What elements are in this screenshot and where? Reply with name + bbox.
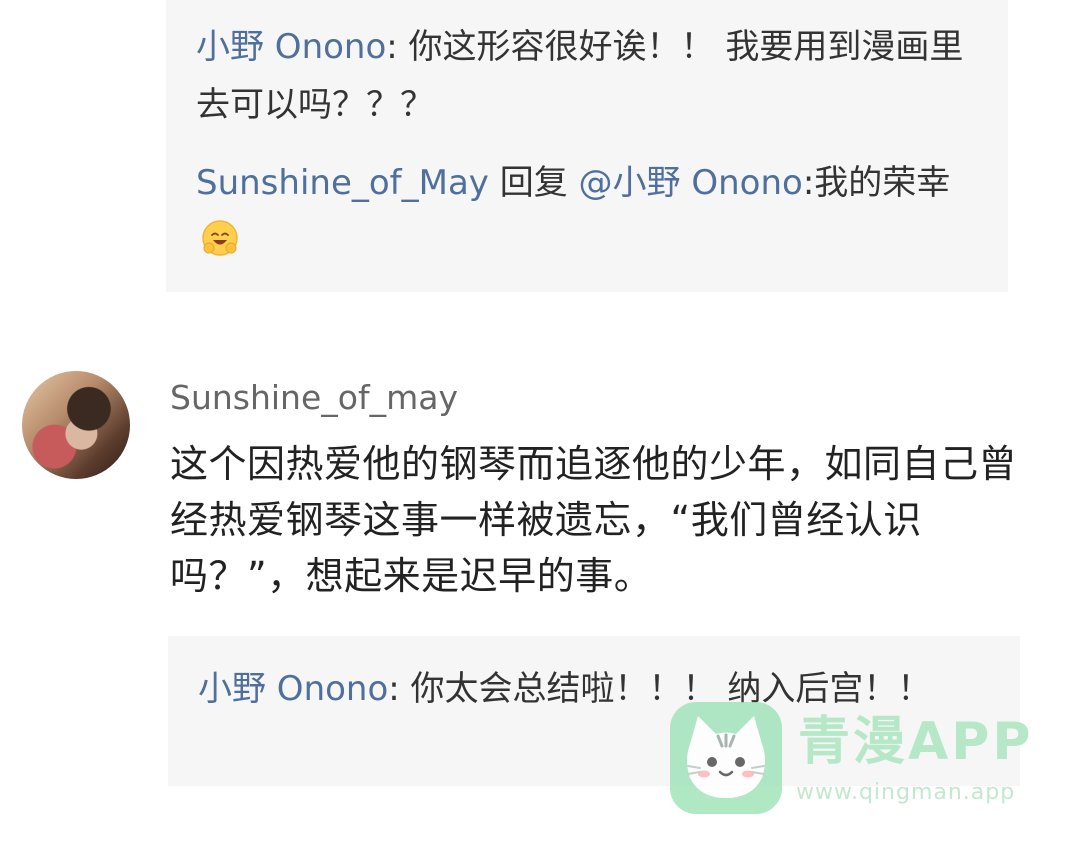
comment-body: 这个因热爱他的钢琴而追逐他的少年，如同自己曾经热爱钢琴这事一样被遗忘，“我们曾经… — [170, 442, 1018, 598]
reply-list-bottom: 小野 Onono: 你太会总结啦！！！ 纳入后宫！！ — [168, 636, 1020, 786]
reply-username[interactable]: 小野 Onono — [196, 27, 386, 67]
reply-item: Sunshine_of_May 回复 @小野 Onono:我的荣幸 — [196, 154, 980, 270]
reply-username[interactable]: 小野 Onono — [198, 669, 388, 709]
reply-separator: : — [802, 163, 815, 203]
avatar[interactable] — [22, 371, 130, 479]
reply-mention[interactable]: @小野 Onono — [579, 163, 803, 203]
reply-separator: : — [386, 27, 409, 67]
reply-word: 回复 — [488, 163, 579, 203]
comment-thread-page: 小野 Onono: 你这形容很好诶！！ 我要用到漫画里去可以吗？？？ Sunsh… — [0, 0, 1080, 844]
reply-text: 我的荣幸 — [814, 163, 951, 203]
reply-list-top: 小野 Onono: 你这形容很好诶！！ 我要用到漫画里去可以吗？？？ Sunsh… — [166, 0, 1008, 292]
reply-item: 小野 Onono: 你这形容很好诶！！ 我要用到漫画里去可以吗？？？ — [196, 18, 980, 134]
comment-author[interactable]: Sunshine_of_may — [170, 376, 458, 420]
hugging-face-emoji-icon — [202, 220, 238, 256]
reply-separator: : — [388, 669, 411, 709]
reply-username[interactable]: Sunshine_of_May — [196, 163, 489, 203]
reply-text: 你太会总结啦！！！ 纳入后宫！！ — [410, 669, 932, 709]
reply-item: 小野 Onono: 你太会总结啦！！！ 纳入后宫！！ — [198, 660, 992, 718]
